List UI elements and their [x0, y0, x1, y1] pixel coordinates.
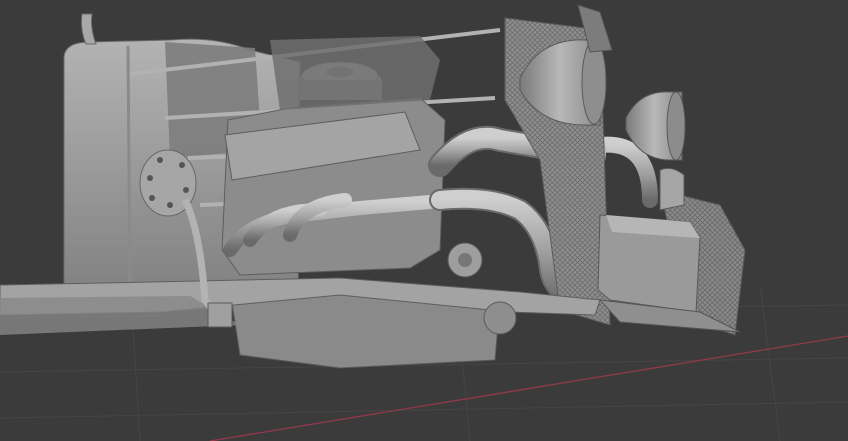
firewall-edge	[126, 45, 132, 301]
intake-manifold	[270, 36, 440, 110]
engine-model[interactable]	[0, 4, 746, 369]
windshield-post	[81, 13, 97, 45]
frame-bracket	[207, 302, 233, 328]
viewport-canvas[interactable]	[0, 0, 848, 441]
3d-viewport[interactable]	[0, 0, 848, 441]
